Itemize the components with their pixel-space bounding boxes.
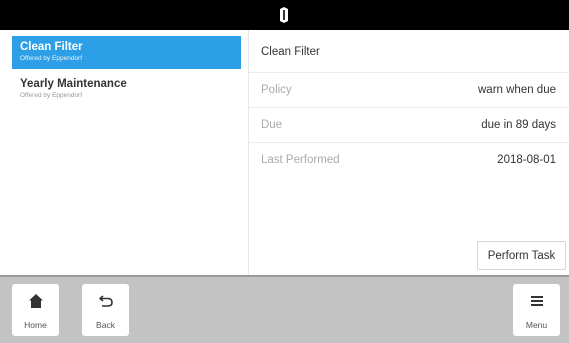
detail-value: due in 89 days	[481, 119, 556, 131]
perform-task-button[interactable]: Perform Task	[477, 241, 566, 270]
back-arrow-icon	[98, 295, 113, 307]
menu-button[interactable]: Menu	[513, 284, 560, 336]
back-button[interactable]: Back	[82, 284, 129, 336]
list-item-clean-filter[interactable]: Clean Filter Offered by Eppendorf	[12, 36, 241, 69]
detail-row-last-performed: Last Performed 2018-08-01	[249, 142, 569, 177]
bottom-nav-bar: Home Back Menu	[0, 275, 569, 343]
menu-label: Menu	[525, 320, 548, 330]
detail-row-policy: Policy warn when due	[249, 72, 569, 107]
top-bar	[0, 0, 569, 30]
home-icon	[28, 294, 43, 308]
detail-title: Clean Filter	[261, 46, 320, 58]
eppendorf-logo-icon	[280, 7, 288, 23]
detail-row-due: Due due in 89 days	[249, 107, 569, 142]
menu-icon	[530, 296, 543, 306]
detail-label: Last Performed	[261, 154, 340, 166]
detail-value: 2018-08-01	[497, 154, 556, 166]
task-details: Clean Filter Policy warn when due Due du…	[249, 30, 569, 275]
detail-value: warn when due	[478, 84, 556, 96]
task-subtitle: Offered by Eppendorf	[20, 92, 83, 99]
task-title: Yearly Maintenance	[20, 78, 127, 90]
home-label: Home	[24, 320, 47, 330]
task-subtitle: Offered by Eppendorf	[20, 55, 83, 62]
task-title: Clean Filter	[20, 41, 83, 53]
maintenance-screen: Clean Filter Offered by Eppendorf Yearly…	[0, 0, 569, 343]
detail-label: Due	[261, 119, 283, 131]
detail-label: Policy	[261, 84, 292, 96]
list-item-yearly-maintenance[interactable]: Yearly Maintenance Offered by Eppendorf	[12, 73, 241, 106]
task-list: Clean Filter Offered by Eppendorf Yearly…	[0, 30, 248, 275]
back-label: Back	[96, 320, 115, 330]
home-button[interactable]: Home	[12, 284, 59, 336]
